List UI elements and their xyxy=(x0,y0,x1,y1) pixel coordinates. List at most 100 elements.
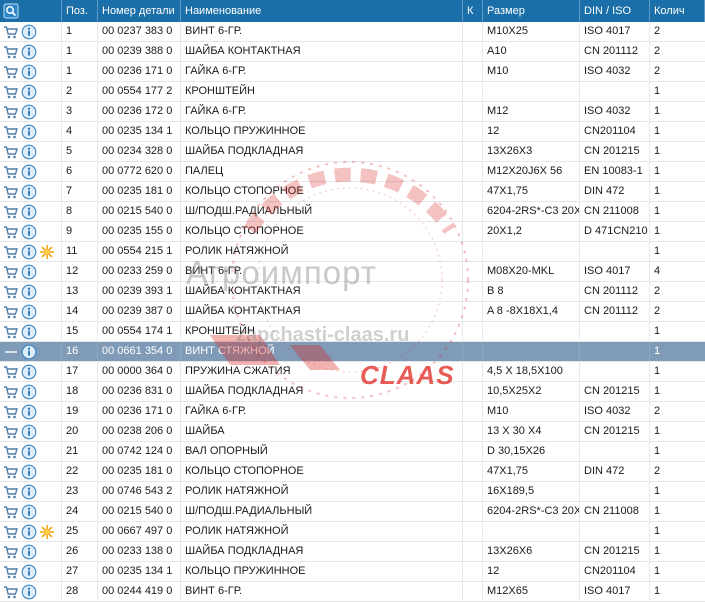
info-icon[interactable] xyxy=(21,384,37,400)
table-row[interactable]: 28 00 0244 419 0 ВИНТ 6-ГР. M12X65 ISO 4017 1 xyxy=(0,582,705,602)
table-row[interactable]: 14 00 0239 387 0 ШАЙБА КОНТАКТНАЯ A 8 -8X18… xyxy=(0,302,705,322)
cart-icon[interactable] xyxy=(3,404,19,420)
cart-icon[interactable] xyxy=(3,264,19,280)
table-row[interactable]: 26 00 0233 138 0 ШАЙБА ПОДКЛАДНАЯ 13X26X6 CN… xyxy=(0,542,705,562)
column-header-din-iso[interactable]: DIN / ISO xyxy=(580,0,650,22)
table-row[interactable]: 21 00 0742 124 0 ВАЛ ОПОРНЫЙ D 30,15X26 1 xyxy=(0,442,705,462)
table-row[interactable]: 24 00 0215 540 0 Ш/ПОДШ.РАДИАЛЬНЫЙ 6204-2RS… xyxy=(0,502,705,522)
column-header-part-number[interactable]: Номер детали xyxy=(98,0,181,22)
cell-pos: 5 xyxy=(62,142,98,161)
cart-icon[interactable] xyxy=(3,324,19,340)
cell-k xyxy=(463,322,483,341)
cart-icon[interactable] xyxy=(3,144,19,160)
cart-icon[interactable] xyxy=(3,564,19,580)
info-icon[interactable] xyxy=(21,244,37,260)
search-icon[interactable] xyxy=(3,3,19,19)
cart-icon[interactable] xyxy=(3,104,19,120)
row-icons xyxy=(0,522,62,541)
info-icon[interactable] xyxy=(21,24,37,40)
table-row[interactable]: 8 00 0215 540 0 Ш/ПОДШ.РАДИАЛЬНЫЙ 6204-2RS*… xyxy=(0,202,705,222)
cart-icon[interactable] xyxy=(3,284,19,300)
info-icon[interactable] xyxy=(21,504,37,520)
cart-icon[interactable] xyxy=(3,164,19,180)
table-row[interactable]: 1 00 0237 383 0 ВИНТ 6-ГР. M10X25 ISO 4017 2 xyxy=(0,22,705,42)
info-icon[interactable] xyxy=(21,584,37,600)
table-row[interactable]: 22 00 0235 181 0 КОЛЬЦО СТОПОРНОЕ 47X1,75 DI… xyxy=(0,462,705,482)
cart-icon[interactable] xyxy=(3,84,19,100)
table-row[interactable]: 23 00 0746 543 2 РОЛИК НАТЯЖНОЙ 16X189,5 1 xyxy=(0,482,705,502)
cart-icon[interactable] xyxy=(3,384,19,400)
table-row[interactable]: 1 00 0239 388 0 ШАЙБА КОНТАКТНАЯ A10 CN 2011… xyxy=(0,42,705,62)
info-icon[interactable] xyxy=(21,524,37,540)
table-row[interactable]: 9 00 0235 155 0 КОЛЬЦО СТОПОРНОЕ 20X1,2 D 47… xyxy=(0,222,705,242)
cart-icon[interactable] xyxy=(3,304,19,320)
table-row[interactable]: 16 00 0661 354 0 ВИНТ СТЯЖНОЙ 1 xyxy=(0,342,705,362)
info-icon[interactable] xyxy=(21,304,37,320)
info-icon[interactable] xyxy=(21,104,37,120)
table-row[interactable]: 3 00 0236 172 0 ГАЙКА 6-ГР. M12 ISO 4032 1 xyxy=(0,102,705,122)
table-row[interactable]: 11 00 0554 215 1 РОЛИК НАТЯЖНОЙ 1 xyxy=(0,242,705,262)
table-row[interactable]: 7 00 0235 181 0 КОЛЬЦО СТОПОРНОЕ 47X1,75 DIN… xyxy=(0,182,705,202)
header-icon-cell[interactable] xyxy=(0,0,62,22)
info-icon[interactable] xyxy=(21,204,37,220)
cart-icon[interactable] xyxy=(3,204,19,220)
info-icon[interactable] xyxy=(21,544,37,560)
column-header-k[interactable]: К xyxy=(463,0,483,22)
info-icon[interactable] xyxy=(21,284,37,300)
column-header-size[interactable]: Размер xyxy=(483,0,580,22)
info-icon[interactable] xyxy=(21,84,37,100)
cart-icon[interactable] xyxy=(3,184,19,200)
table-row[interactable]: 6 00 0772 620 0 ПАЛЕЦ M12X20J6X 56 EN 10083-… xyxy=(0,162,705,182)
info-icon[interactable] xyxy=(21,224,37,240)
table-row[interactable]: 12 00 0233 259 0 ВИНТ 6-ГР. M08X20-MKL ISO 4… xyxy=(0,262,705,282)
info-icon[interactable] xyxy=(21,164,37,180)
table-row[interactable]: 25 00 0667 497 0 РОЛИК НАТЯЖНОЙ 1 xyxy=(0,522,705,542)
info-icon[interactable] xyxy=(21,184,37,200)
info-icon[interactable] xyxy=(21,424,37,440)
table-row[interactable]: 1 00 0236 171 0 ГАЙКА 6-ГР. M10 ISO 4032 2 xyxy=(0,62,705,82)
table-row[interactable]: 2 00 0554 177 2 КРОНШТЕЙН 1 xyxy=(0,82,705,102)
cell-k xyxy=(463,82,483,101)
table-row[interactable]: 18 00 0236 831 0 ШАЙБА ПОДКЛАДНАЯ 10,5X25X2… xyxy=(0,382,705,402)
table-row[interactable]: 20 00 0238 206 0 ШАЙБА 13 X 30 X4 CN 201215 1 xyxy=(0,422,705,442)
info-icon[interactable] xyxy=(21,124,37,140)
cart-icon[interactable] xyxy=(3,484,19,500)
info-icon[interactable] xyxy=(21,404,37,420)
info-icon[interactable] xyxy=(21,144,37,160)
cart-icon[interactable] xyxy=(3,364,19,380)
info-icon[interactable] xyxy=(21,444,37,460)
cart-icon[interactable] xyxy=(3,64,19,80)
cart-icon[interactable] xyxy=(3,124,19,140)
row-handle-icon[interactable] xyxy=(3,344,19,360)
info-icon[interactable] xyxy=(21,264,37,280)
cart-icon[interactable] xyxy=(3,504,19,520)
table-row[interactable]: 19 00 0236 171 0 ГАЙКА 6-ГР. M10 ISO 4032 2 xyxy=(0,402,705,422)
table-row[interactable]: 15 00 0554 174 1 КРОНШТЕЙН 1 xyxy=(0,322,705,342)
cart-icon[interactable] xyxy=(3,44,19,60)
table-row[interactable]: 27 00 0235 134 1 КОЛЬЦО ПРУЖИННОЕ 12 CN20110… xyxy=(0,562,705,582)
table-row[interactable]: 5 00 0234 328 0 ШАЙБА ПОДКЛАДНАЯ 13X26X3 CN … xyxy=(0,142,705,162)
cart-icon[interactable] xyxy=(3,244,19,260)
column-header-name[interactable]: Наименование xyxy=(181,0,463,22)
cart-icon[interactable] xyxy=(3,424,19,440)
info-icon[interactable] xyxy=(21,364,37,380)
column-header-quantity[interactable]: Колич xyxy=(650,0,705,22)
column-header-pos[interactable]: Поз. xyxy=(62,0,98,22)
info-icon[interactable] xyxy=(21,484,37,500)
info-icon[interactable] xyxy=(21,464,37,480)
cart-icon[interactable] xyxy=(3,524,19,540)
info-icon[interactable] xyxy=(21,44,37,60)
info-icon[interactable] xyxy=(21,344,37,360)
cart-icon[interactable] xyxy=(3,464,19,480)
info-icon[interactable] xyxy=(21,564,37,580)
cart-icon[interactable] xyxy=(3,444,19,460)
info-icon[interactable] xyxy=(21,324,37,340)
table-row[interactable]: 4 00 0235 134 1 КОЛЬЦО ПРУЖИННОЕ 12 CN201104… xyxy=(0,122,705,142)
cart-icon[interactable] xyxy=(3,584,19,600)
info-icon[interactable] xyxy=(21,64,37,80)
cart-icon[interactable] xyxy=(3,544,19,560)
table-row[interactable]: 17 00 0000 364 0 ПРУЖИНА СЖАТИЯ 4,5 X 18,5X… xyxy=(0,362,705,382)
table-row[interactable]: 13 00 0239 393 1 ШАЙБА КОНТАКТНАЯ B 8 CN 201… xyxy=(0,282,705,302)
cart-icon[interactable] xyxy=(3,224,19,240)
cart-icon[interactable] xyxy=(3,24,19,40)
